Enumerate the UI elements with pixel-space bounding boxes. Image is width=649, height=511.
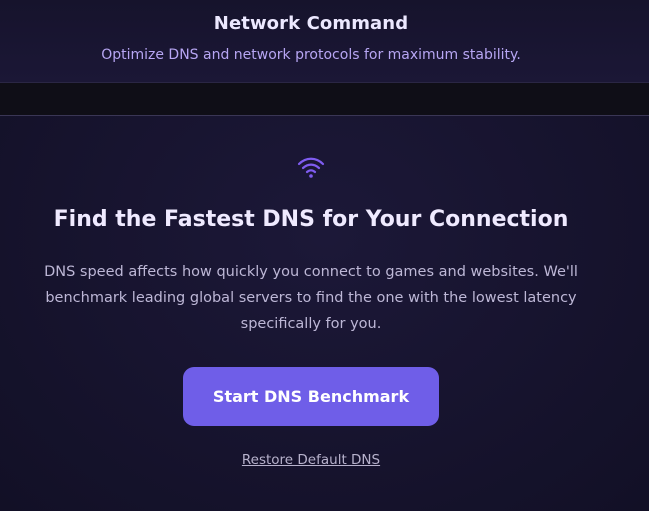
page-subtitle: Optimize DNS and network protocols for m… xyxy=(101,47,521,63)
restore-default-dns-link[interactable]: Restore Default DNS xyxy=(0,452,622,468)
dns-benchmark-title: Find the Fastest DNS for Your Connection xyxy=(53,207,569,232)
dns-benchmark-panel: Find the Fastest DNS for Your Connection… xyxy=(0,116,649,511)
network-command-page: Network Command Optimize DNS and network… xyxy=(0,0,649,511)
start-dns-benchmark-button[interactable]: Start DNS Benchmark xyxy=(183,367,439,426)
page-title: Network Command xyxy=(213,13,409,34)
page-header: Network Command Optimize DNS and network… xyxy=(0,0,649,83)
section-divider xyxy=(0,83,649,116)
dns-benchmark-description: DNS speed affects how quickly you connec… xyxy=(44,264,578,332)
wifi-icon xyxy=(297,157,325,178)
